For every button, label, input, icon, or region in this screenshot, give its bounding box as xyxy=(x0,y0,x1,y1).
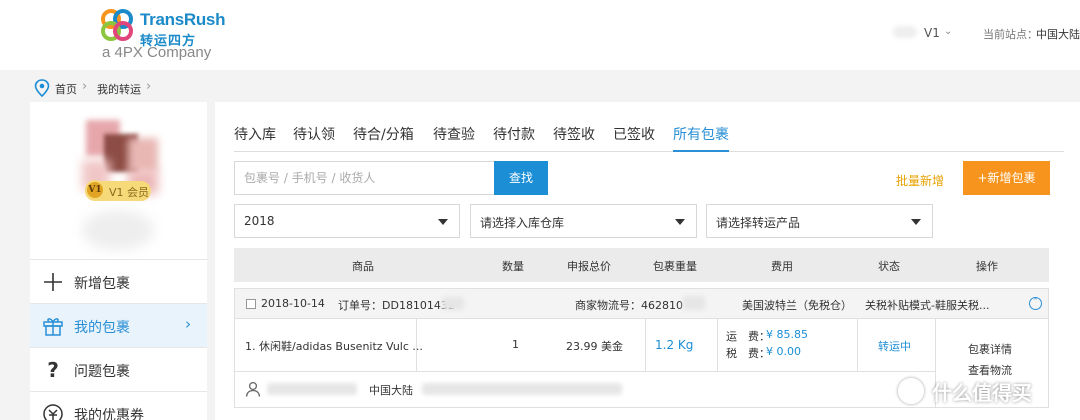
site-label: 当前站点： xyxy=(983,28,1038,41)
sidebar-nav: 新增包裹 我的包裹 › ? 问题包裹 我的优惠券 xyxy=(30,259,207,420)
watermark-badge-icon: 值 xyxy=(898,378,924,404)
table-row: 1. 休闲鞋/adidas Busenitz Vulc ... 1 23.99 … xyxy=(235,319,1048,371)
question-icon: ? xyxy=(47,358,59,382)
site-selector[interactable]: 中国大陆 xyxy=(1036,26,1080,42)
column-header-status: 状态 xyxy=(878,260,900,273)
column-header-product: 商品 xyxy=(352,260,374,273)
tab-pending-signoff[interactable]: 待签收 xyxy=(553,124,595,152)
sidebar-item-label: 新增包裹 xyxy=(74,276,130,292)
receiver-region: 中国大陆 xyxy=(369,384,413,397)
chevron-right-icon: › xyxy=(146,79,152,94)
freight-label: 运 费： xyxy=(726,330,770,343)
receiver-name-blurred xyxy=(267,383,357,395)
sidebar-item-problem-packages[interactable]: ? 问题包裹 xyxy=(30,347,207,391)
batch-add-link[interactable]: 批量新增 xyxy=(896,172,944,189)
track-logistics-link[interactable]: 查看物流 xyxy=(968,362,1012,378)
user-name-blurred xyxy=(893,26,917,38)
vip-coin-icon: V1 xyxy=(85,180,105,200)
chevron-up-icon[interactable]: ˆ xyxy=(1029,297,1042,310)
product-select-value: 请选择转运产品 xyxy=(716,216,801,230)
year-select-value: 2018 xyxy=(244,214,275,228)
tab-pending-payment[interactable]: 待付款 xyxy=(493,124,535,152)
item-name: 1. 休闲鞋/adidas Busenitz Vulc ... xyxy=(245,340,423,353)
tracking-blurred xyxy=(683,296,705,310)
status-tabs: 待入库 待认领 待合/分箱 待查验 待付款 待签收 已签收 所有包裹 xyxy=(234,124,1064,152)
search-button[interactable]: 查找 xyxy=(494,161,548,195)
package-detail-link[interactable]: 包裹详情 xyxy=(968,341,1012,357)
user-icon xyxy=(245,381,261,397)
tab-signed[interactable]: 已签收 xyxy=(613,124,655,152)
tab-pending-merge[interactable]: 待合/分箱 xyxy=(353,124,414,152)
vip-label: V1 会员 xyxy=(109,186,150,199)
order-date: 2018-10-14 xyxy=(261,297,325,310)
tab-pending-claim[interactable]: 待认领 xyxy=(293,124,335,152)
search-box xyxy=(234,161,495,195)
chevron-right-icon: › xyxy=(82,79,88,94)
caret-down-icon xyxy=(675,219,685,225)
order-mode: 关税补贴模式-鞋服关税... xyxy=(865,299,990,312)
tab-pending-inspection[interactable]: 待查验 xyxy=(433,124,475,152)
top-header: TransRush 转运四方 a 4PX Company V1 ⌄ 当前站点： … xyxy=(0,0,1080,70)
tax-value: ¥ 0.00 xyxy=(766,345,801,358)
sidebar-item-add-package[interactable]: 新增包裹 xyxy=(30,259,207,303)
tab-all-packages[interactable]: 所有包裹 xyxy=(673,124,729,152)
breadcrumb: 首页 › 我的转运 › xyxy=(0,74,1080,102)
order-number-blurred xyxy=(442,297,464,310)
receiver-address-blurred xyxy=(422,383,622,395)
sidebar-item-label: 我的优惠券 xyxy=(74,408,144,420)
table-header: 商品 数量 申报总价 包裹重量 费用 状态 操作 xyxy=(234,248,1049,282)
caret-down-icon xyxy=(911,219,921,225)
warehouse-select[interactable]: 请选择入库仓库 xyxy=(470,204,697,238)
package-weight: 1.2 Kg xyxy=(655,338,694,352)
status-badge: 转运中 xyxy=(878,340,911,353)
order-card: 2018-10-14 订单号：DD18101432 商家物流号：462810 美… xyxy=(234,288,1049,408)
receiver-row: 中国大陆 xyxy=(235,371,935,407)
merchant-tracking: 商家物流号：462810 xyxy=(575,299,683,312)
column-header-actions: 操作 xyxy=(976,260,998,273)
coupon-icon xyxy=(42,403,64,420)
logo-en-text: TransRush xyxy=(140,10,226,29)
order-card-header: 2018-10-14 订单号：DD18101432 商家物流号：462810 美… xyxy=(235,289,1048,319)
column-header-declared: 申报总价 xyxy=(567,260,611,273)
watermark-text: 什么值得买 xyxy=(932,381,1032,405)
caret-down-icon xyxy=(438,219,448,225)
search-input[interactable] xyxy=(235,162,494,194)
warehouse-select-value: 请选择入库仓库 xyxy=(480,216,565,230)
sidebar: V1 V1 会员 新增包裹 我的包裹 › ? 问题包裹 我的优惠券 xyxy=(30,102,207,420)
breadcrumb-home[interactable]: 首页 xyxy=(55,81,77,97)
column-header-weight: 包裹重量 xyxy=(653,260,697,273)
logo-subtitle: a 4PX Company xyxy=(102,44,212,61)
sidebar-item-my-packages[interactable]: 我的包裹 › xyxy=(30,303,207,347)
order-route: 美国波特兰（免税仓） xyxy=(742,299,852,312)
main-panel: 待入库 待认领 待合/分箱 待查验 待付款 待签收 已签收 所有包裹 查找 批量… xyxy=(215,102,1080,420)
chevron-right-icon: › xyxy=(185,315,191,333)
column-header-fee: 费用 xyxy=(771,260,793,273)
tab-pending-storage[interactable]: 待入库 xyxy=(234,124,276,152)
column-header-qty: 数量 xyxy=(502,260,524,273)
user-name-blurred xyxy=(82,210,154,250)
tax-label: 税 费： xyxy=(726,347,770,360)
plus-icon xyxy=(42,271,64,293)
item-qty: 1 xyxy=(512,338,519,351)
chevron-down-icon[interactable]: ⌄ xyxy=(944,26,952,37)
gift-icon xyxy=(42,315,64,337)
logo-swirl-icon xyxy=(101,9,133,41)
product-select[interactable]: 请选择转运产品 xyxy=(706,204,933,238)
location-pin-icon xyxy=(34,79,50,97)
order-number: 订单号：DD18101432 xyxy=(338,299,455,312)
year-select[interactable]: 2018 xyxy=(234,204,460,238)
breadcrumb-current[interactable]: 我的转运 xyxy=(97,81,141,97)
order-checkbox[interactable] xyxy=(246,299,256,309)
transrush-logo[interactable]: TransRush 转运四方 a 4PX Company xyxy=(100,6,225,62)
sidebar-item-coupons[interactable]: 我的优惠券 xyxy=(30,391,207,420)
freight-value: ¥ 85.85 xyxy=(766,328,808,341)
item-declared: 23.99 美金 xyxy=(566,340,623,353)
sidebar-item-label: 我的包裹 xyxy=(74,320,130,336)
sidebar-item-label: 问题包裹 xyxy=(74,364,130,380)
user-level-menu[interactable]: V1 xyxy=(924,26,940,40)
add-package-button[interactable]: +新增包裹 xyxy=(963,161,1050,195)
vip-badge: V1 V1 会员 xyxy=(85,180,151,201)
